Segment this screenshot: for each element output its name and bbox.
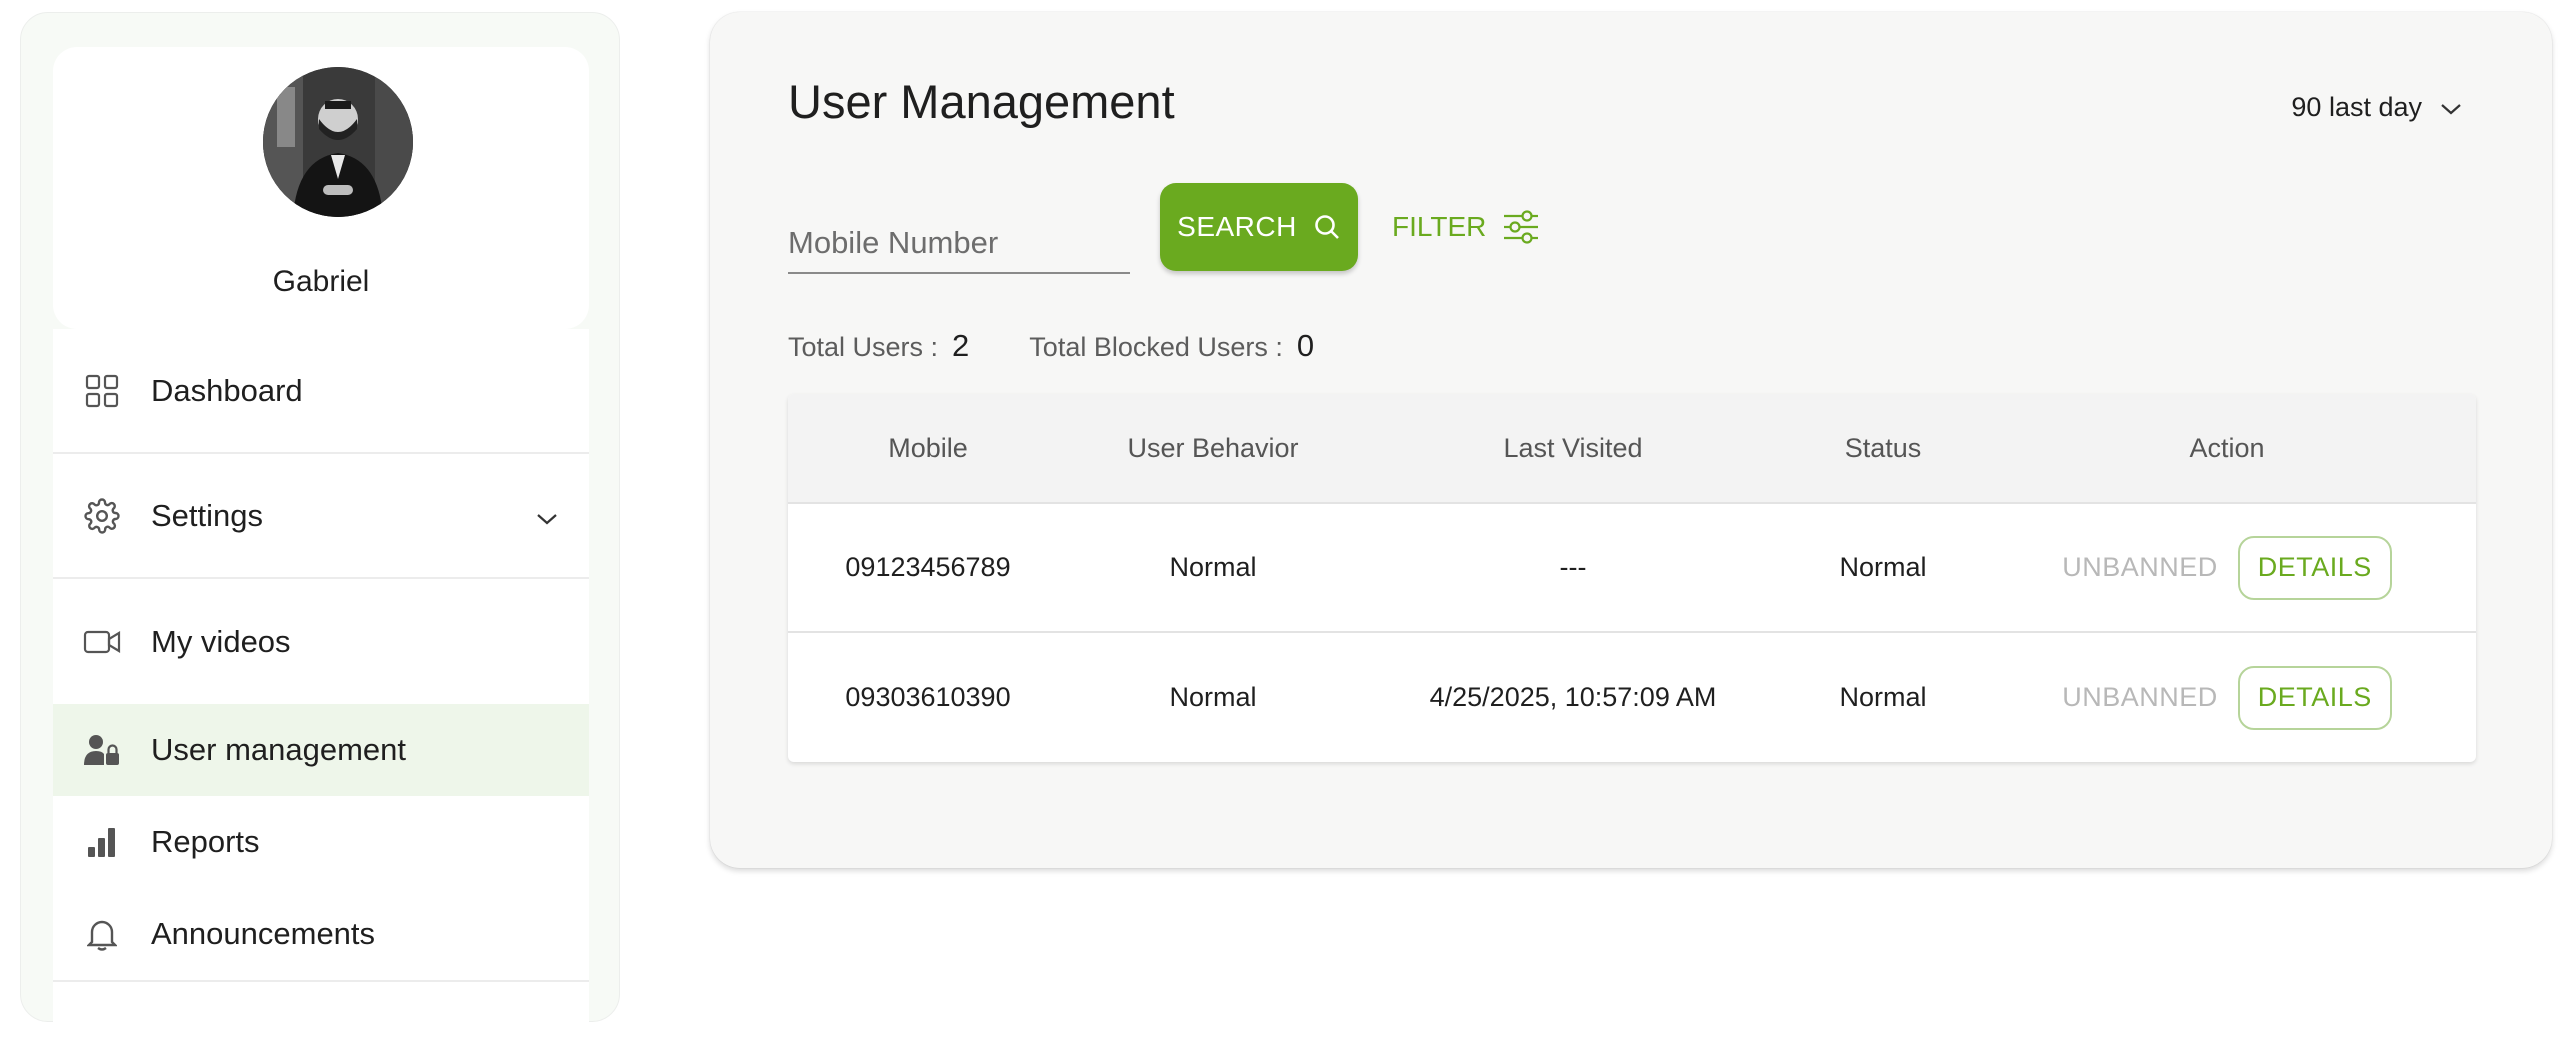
column-header-last-visited: Last Visited bbox=[1503, 432, 1643, 463]
cell-status: Normal bbox=[1839, 552, 1927, 582]
cell-action: UNBANNED DETAILS bbox=[1978, 665, 2476, 730]
users-table: Mobile User Behavior Last Visited Status… bbox=[788, 394, 2476, 762]
search-button[interactable]: SEARCH bbox=[1160, 183, 1358, 271]
sidebar-item-label: Announcements bbox=[151, 916, 376, 951]
sliders-icon bbox=[1502, 209, 1540, 245]
sidebar-item-label: Reports bbox=[151, 824, 260, 859]
sidebar-item-announcements[interactable]: Announcements bbox=[53, 888, 589, 980]
column-header-mobile: Mobile bbox=[888, 432, 968, 463]
cell-last-visited: 4/25/2025, 10:57:09 AM bbox=[1429, 682, 1717, 712]
bar-chart-icon bbox=[83, 823, 121, 861]
filter-button-label: FILTER bbox=[1392, 211, 1487, 242]
chevron-down-icon bbox=[2440, 92, 2462, 123]
total-users-count: 2 bbox=[952, 328, 970, 363]
sidebar-divider bbox=[53, 980, 589, 1040]
column-header-status: Status bbox=[1844, 432, 1922, 463]
sidebar-item-label: Settings bbox=[151, 497, 264, 533]
sidebar-item-my-videos[interactable]: My videos bbox=[53, 579, 589, 704]
search-button-label: SEARCH bbox=[1177, 211, 1297, 242]
sidebar-item-reports[interactable]: Reports bbox=[53, 796, 589, 888]
total-users-label: Total Users : bbox=[788, 332, 939, 362]
table-row: 09303610390 Normal 4/25/2025, 10:57:09 A… bbox=[788, 633, 2476, 762]
avatar[interactable] bbox=[263, 67, 413, 217]
user-management-card: User Management 90 last day SEARCH FILTE… bbox=[710, 12, 2552, 868]
cell-user-behavior: Normal bbox=[1169, 682, 1257, 712]
sidebar-item-label: My videos bbox=[151, 623, 291, 659]
profile-card: Gabriel bbox=[53, 47, 589, 329]
filter-button[interactable]: FILTER bbox=[1392, 202, 1540, 252]
cell-user-behavior: Normal bbox=[1169, 552, 1257, 582]
mobile-number-field[interactable] bbox=[788, 214, 1130, 274]
unbanned-button[interactable]: UNBANNED bbox=[2062, 552, 2218, 583]
unbanned-button[interactable]: UNBANNED bbox=[2062, 682, 2218, 713]
details-button[interactable]: DETAILS bbox=[2237, 535, 2392, 600]
cell-mobile: 09123456789 bbox=[845, 552, 1011, 582]
grid-icon bbox=[83, 372, 121, 410]
date-range-value: 90 last day bbox=[2291, 92, 2422, 122]
user-stats: Total Users : 2 Total Blocked Users : 0 bbox=[788, 328, 1314, 364]
blocked-users-label: Total Blocked Users : bbox=[1029, 332, 1283, 362]
blocked-users-count: 0 bbox=[1296, 328, 1315, 363]
sidebar-menu: Dashboard Settings My videos User manage… bbox=[53, 329, 589, 1040]
cell-action: UNBANNED DETAILS bbox=[1978, 535, 2476, 600]
video-camera-icon bbox=[83, 623, 121, 661]
date-range-select[interactable]: 90 last day bbox=[2291, 92, 2462, 123]
cell-mobile: 09303610390 bbox=[845, 682, 1011, 712]
bell-icon bbox=[83, 915, 121, 953]
table-header: Mobile User Behavior Last Visited Status… bbox=[788, 394, 2476, 504]
sidebar-item-dashboard[interactable]: Dashboard bbox=[53, 329, 589, 454]
sidebar-item-label: Dashboard bbox=[151, 372, 303, 408]
user-lock-icon bbox=[83, 731, 121, 769]
page-title: User Management bbox=[788, 75, 1175, 128]
table-row: 09123456789 Normal --- Normal UNBANNED D… bbox=[788, 504, 2476, 633]
sidebar-item-settings[interactable]: Settings bbox=[53, 454, 589, 579]
column-header-user-behavior: User Behavior bbox=[1127, 432, 1299, 463]
search-icon bbox=[1313, 213, 1341, 241]
chevron-down-icon[interactable] bbox=[535, 498, 559, 534]
gear-icon bbox=[83, 497, 121, 535]
profile-name: Gabriel bbox=[272, 265, 370, 298]
cell-status: Normal bbox=[1839, 682, 1927, 712]
sidebar: Gabriel Dashboard Settings My videos Use… bbox=[20, 12, 620, 1040]
mobile-number-input[interactable] bbox=[788, 214, 1130, 272]
sidebar-item-label: User management bbox=[151, 732, 407, 767]
cell-last-visited: --- bbox=[1559, 552, 1587, 582]
details-button[interactable]: DETAILS bbox=[2237, 665, 2392, 730]
sidebar-item-user-management[interactable]: User management bbox=[53, 704, 589, 796]
column-header-action: Action bbox=[2189, 432, 2265, 463]
